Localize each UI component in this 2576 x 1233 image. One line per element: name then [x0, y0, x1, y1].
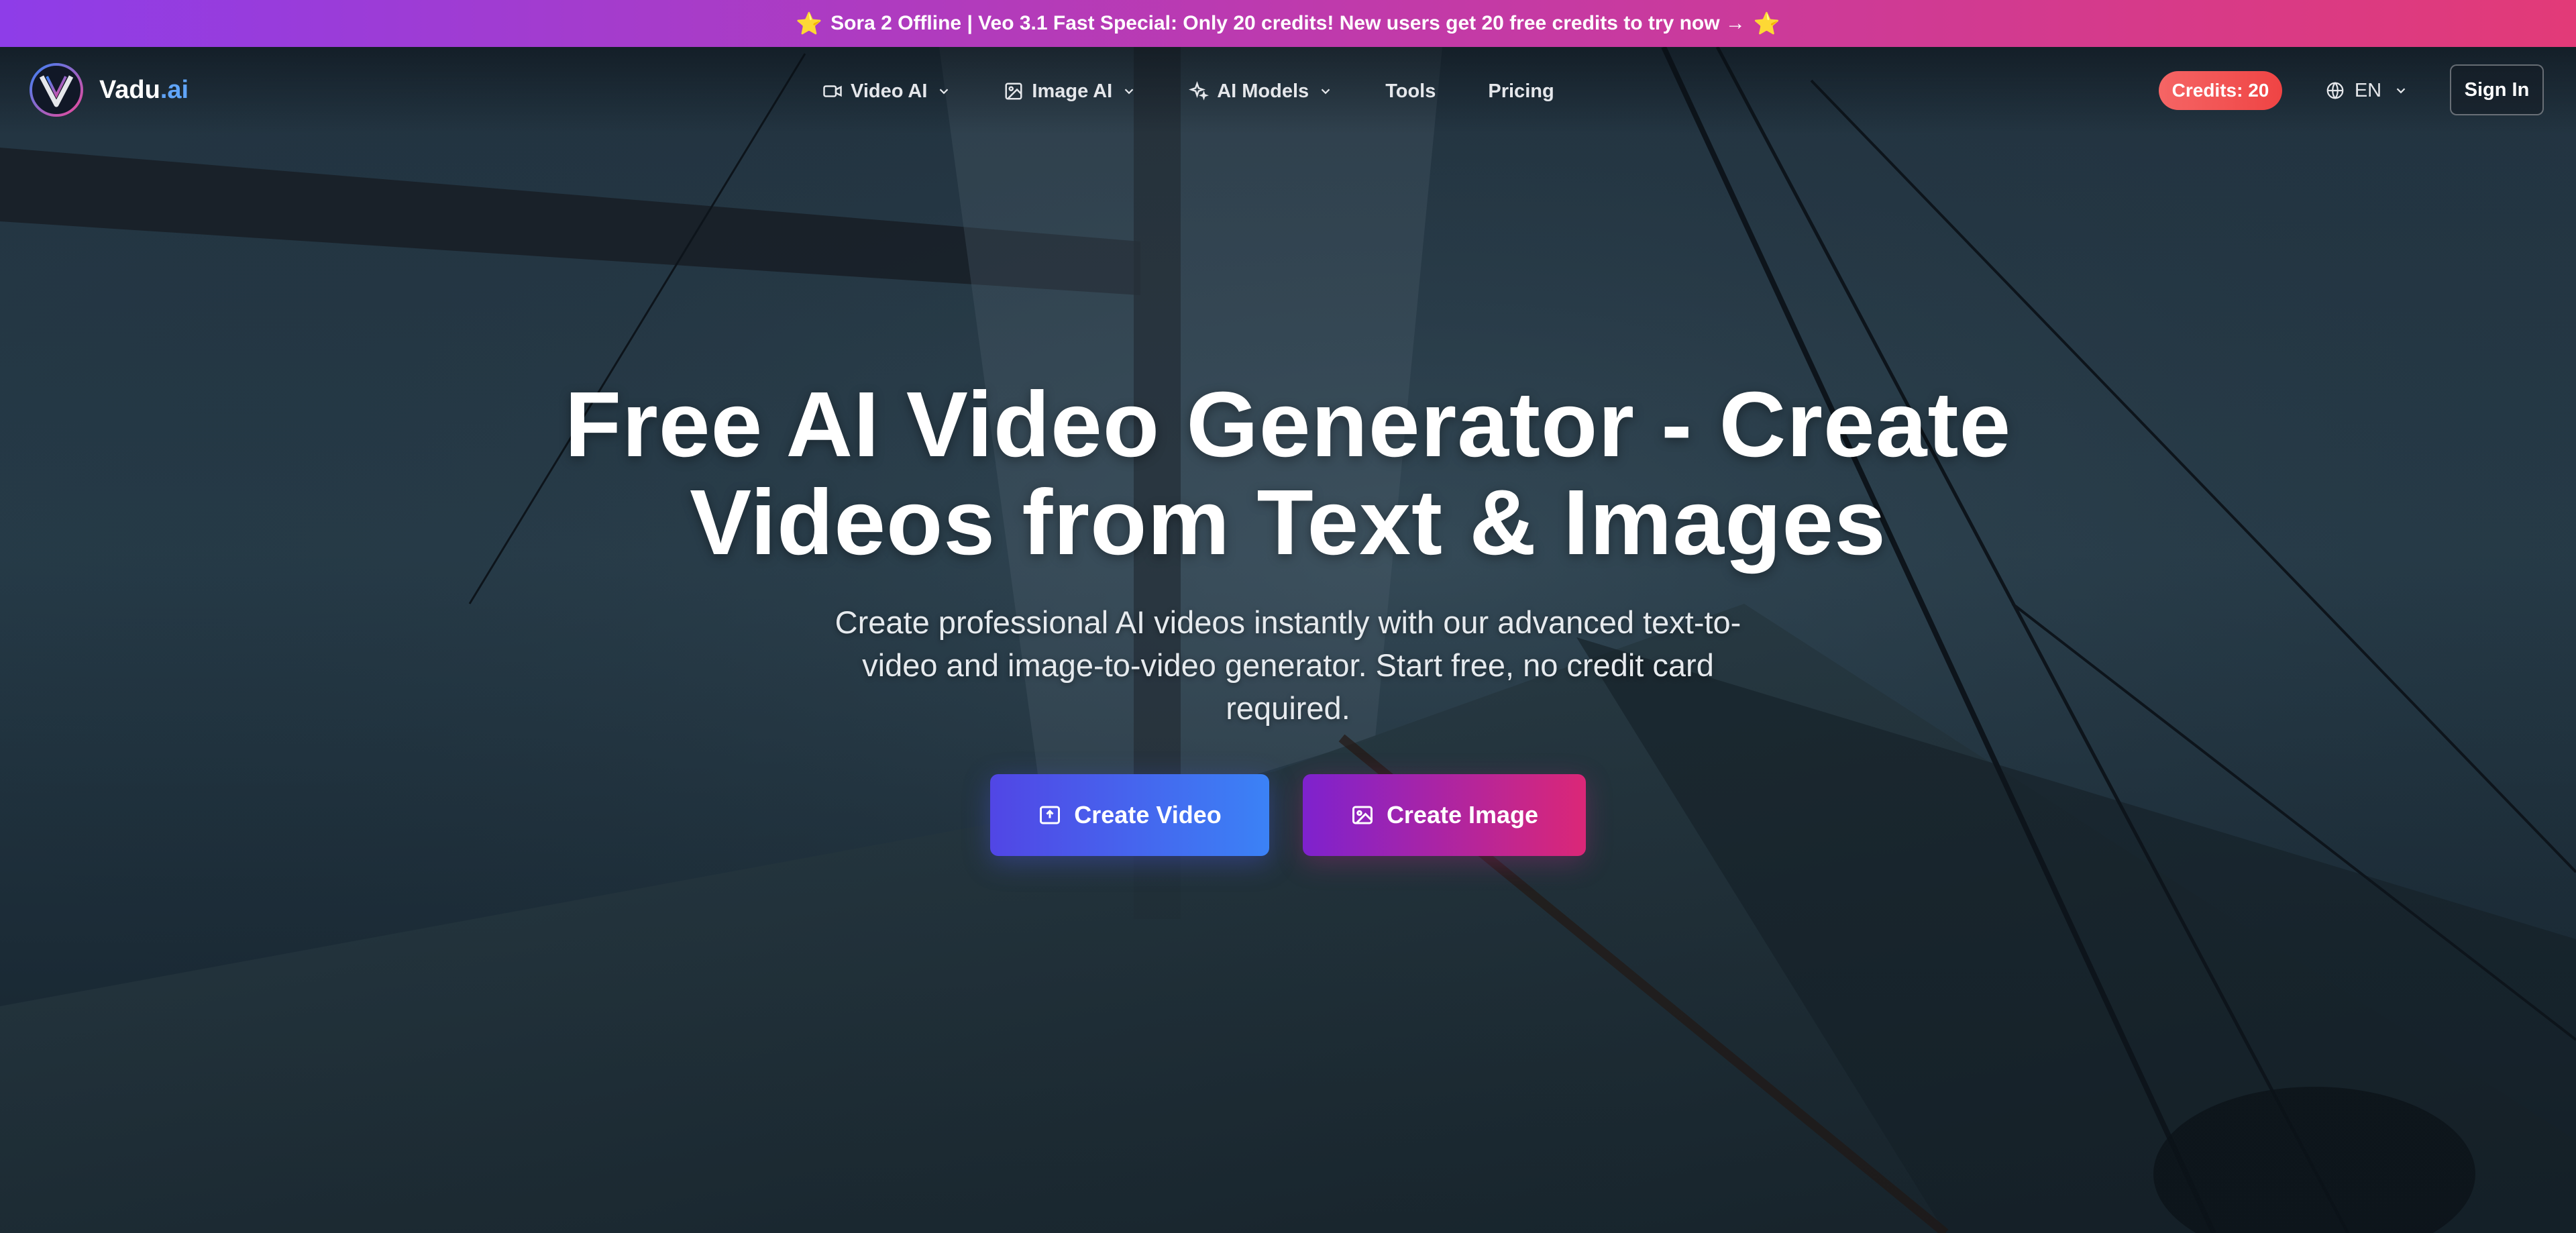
sign-in-button[interactable]: Sign In — [2450, 64, 2544, 115]
nav-item-label: Tools — [1385, 80, 1436, 102]
hero-section: Free AI Video Generator - Create Videos … — [0, 376, 2576, 856]
announcement-banner[interactable]: ⭐ Sora 2 Offline | Veo 3.1 Fast Special:… — [0, 0, 2576, 47]
nav-item-label: AI Models — [1217, 80, 1309, 102]
nav-item-tools[interactable]: Tools — [1385, 81, 1436, 103]
create-image-label: Create Image — [1386, 801, 1539, 828]
image-icon — [1352, 806, 1373, 824]
chevron-down-icon — [1321, 89, 1330, 95]
language-label: EN — [2354, 79, 2382, 101]
create-video-label: Create Video — [1074, 801, 1222, 828]
chevron-down-icon — [1124, 89, 1134, 95]
sparkles-icon — [1189, 81, 1210, 101]
hero-title-line-2: Videos from Text & Images — [690, 471, 1886, 574]
chevron-down-icon — [2396, 88, 2406, 94]
nav-item-image-ai[interactable]: Image AI — [1004, 81, 1136, 103]
create-video-button[interactable]: Create Video — [990, 774, 1269, 856]
nav-item-pricing[interactable]: Pricing — [1488, 81, 1554, 103]
chevron-down-icon — [940, 89, 949, 95]
credits-badge[interactable]: Credits: 20 — [2159, 71, 2282, 110]
hero-title: Free AI Video Generator - Create Videos … — [483, 376, 2093, 572]
star-icon: ⭐ — [796, 11, 823, 36]
language-selector[interactable]: EN — [2308, 71, 2426, 110]
video-camera-icon — [823, 85, 842, 97]
nav-item-video-ai[interactable]: Video AI — [822, 81, 951, 103]
nav-item-ai-models[interactable]: AI Models — [1189, 81, 1333, 103]
hero-subtitle: Create professional AI videos instantly … — [835, 604, 1741, 726]
star-icon: ⭐ — [1753, 11, 1780, 36]
main-navigation: Video AI Image AI AI Models Tools Pricin… — [822, 76, 1554, 106]
nav-item-label: Video AI — [851, 80, 928, 102]
video-upload-icon — [1040, 806, 1061, 824]
hero-title-line-1: Free AI Video Generator - Create — [564, 373, 2012, 476]
nav-item-label: Pricing — [1488, 80, 1554, 102]
brand-name: Vadu.ai — [99, 75, 189, 104]
navbar: Vadu.ai Video AI Image AI AI Models Tool… — [0, 47, 2576, 134]
image-icon — [1005, 83, 1022, 100]
cta-group: Create Video Create Image — [0, 774, 2576, 856]
brand-logo[interactable]: Vadu.ai — [28, 62, 189, 118]
vadu-logo-icon — [30, 63, 83, 117]
announcement-text[interactable]: Sora 2 Offline | Veo 3.1 Fast Special: O… — [830, 12, 1746, 35]
create-image-button[interactable]: Create Image — [1303, 774, 1586, 856]
nav-item-label: Image AI — [1032, 80, 1113, 102]
globe-icon — [2326, 82, 2344, 99]
